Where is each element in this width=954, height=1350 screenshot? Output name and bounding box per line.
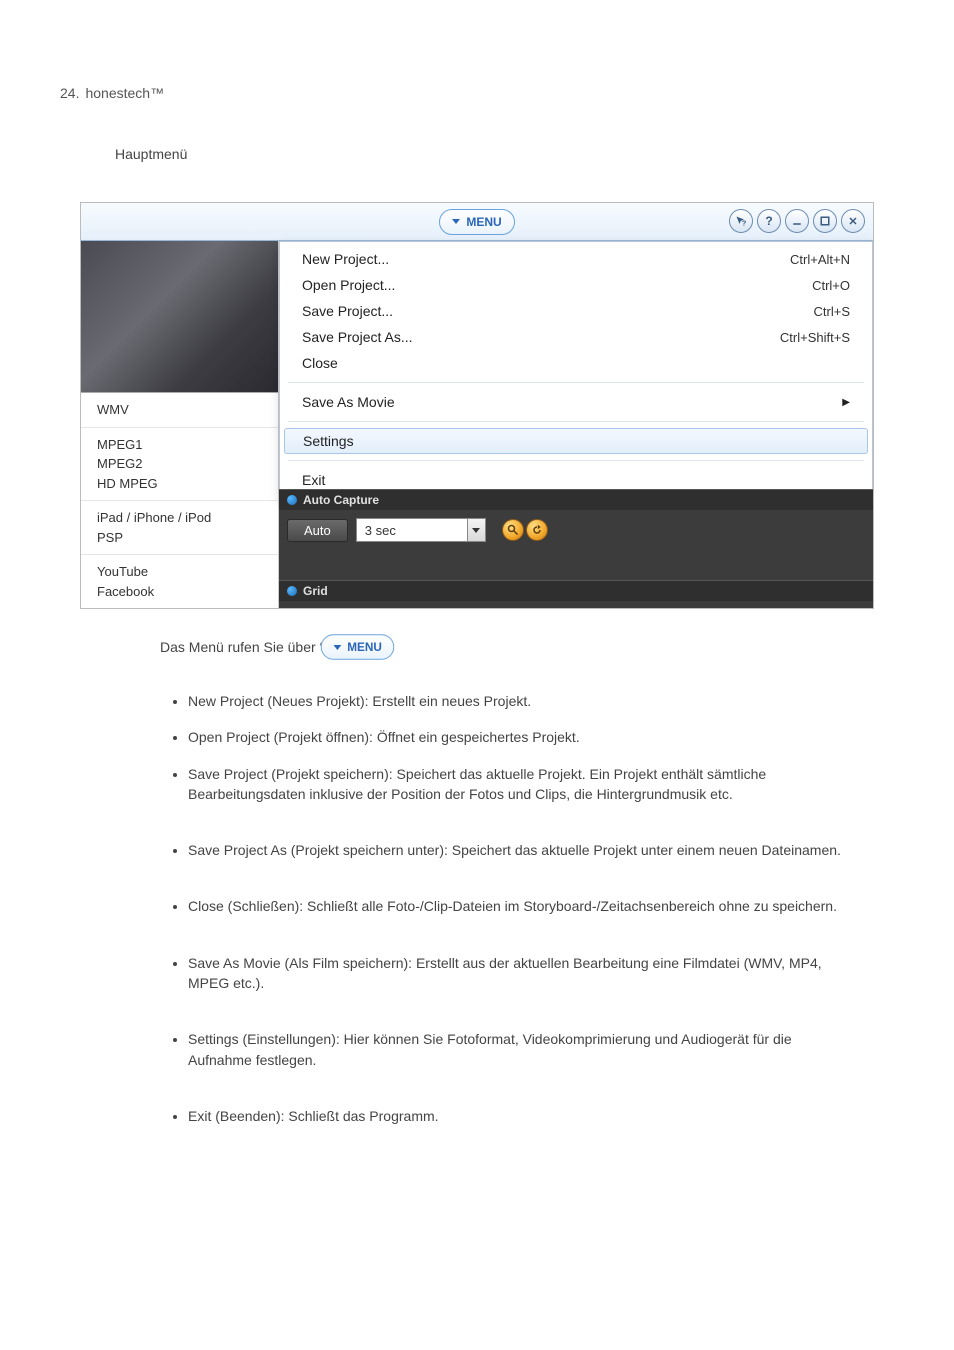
menu-item-save-as-movie[interactable]: Save As Movie ▶ [280, 389, 872, 415]
main-area: New Project... Ctrl+Alt+N Open Project..… [279, 241, 873, 608]
inline-explanation: Das Menü rufen Sie über ‘ ’ auf. MENU [160, 639, 854, 655]
menu-item-save-project[interactable]: Save Project... Ctrl+S [280, 298, 872, 324]
bullet-item: Close (Schließen): Schließt alle Foto-/C… [188, 890, 854, 946]
sidebar-item-wmv[interactable]: WMV [97, 400, 262, 420]
sidebar-group-3: iPad / iPhone / iPod PSP [81, 501, 278, 555]
chevron-down-icon [452, 219, 460, 224]
chevron-down-icon [472, 528, 480, 533]
bullet-item: New Project (Neues Projekt): Erstellt ei… [188, 685, 854, 721]
sidebar-item-youtube[interactable]: YouTube [97, 562, 262, 582]
bullet-item: Exit (Beenden): Schließt das Programm. [188, 1100, 854, 1136]
submenu-arrow-icon: ▶ [842, 397, 850, 408]
zoom-button[interactable] [502, 519, 524, 541]
magnifier-icon [507, 524, 519, 536]
combo-dropdown-button[interactable] [467, 519, 485, 541]
menu-dropdown: New Project... Ctrl+Alt+N Open Project..… [279, 241, 873, 498]
auto-button[interactable]: Auto [287, 519, 348, 542]
menu-item-new-project[interactable]: New Project... Ctrl+Alt+N [280, 246, 872, 272]
preview-thumbnail [81, 241, 278, 393]
menu-item-close[interactable]: Close [280, 350, 872, 376]
sidebar-group-1: WMV [81, 393, 278, 428]
sidebar-item-mpeg1[interactable]: MPEG1 [97, 435, 262, 455]
maximize-button[interactable] [813, 209, 837, 233]
menu-button-label: MENU [466, 215, 501, 229]
sidebar-item-hdmpeg[interactable]: HD MPEG [97, 474, 262, 494]
sidebar-group-4: YouTube Facebook [81, 555, 278, 608]
section-heading: Hauptmenü [115, 146, 894, 162]
help-icon: ? [765, 214, 772, 228]
brand: honestech™ [85, 85, 164, 101]
menu-button-inline: MENU [321, 634, 395, 659]
menu-item-save-project-as[interactable]: Save Project As... Ctrl+Shift+S [280, 324, 872, 350]
menu-button[interactable]: MENU [439, 209, 514, 235]
panel-dot-icon [287, 586, 297, 596]
bullet-item: Save Project As (Projekt speichern unter… [188, 834, 854, 890]
menu-item-settings[interactable]: Settings [284, 428, 868, 454]
sidebar-item-psp[interactable]: PSP [97, 528, 262, 548]
pointer-help-icon: ? [735, 215, 747, 227]
bullet-item: Save As Movie (Als Film speichern): Erst… [188, 947, 854, 1024]
bullet-list: New Project (Neues Projekt): Erstellt ei… [160, 685, 854, 1136]
titlebar: MENU ? ? [81, 203, 873, 241]
page-header: 24. honestech™ [60, 0, 894, 101]
sidebar-item-ios[interactable]: iPad / iPhone / iPod [97, 508, 262, 528]
panel-dot-icon [287, 495, 297, 505]
bullet-item: Settings (Einstellungen): Hier können Si… [188, 1023, 854, 1100]
close-icon [847, 215, 859, 227]
minimize-icon [791, 215, 803, 227]
chevron-down-icon [333, 645, 341, 650]
sidebar-item-facebook[interactable]: Facebook [97, 582, 262, 602]
interval-combo[interactable] [356, 518, 486, 542]
sidebar-group-2: MPEG1 MPEG2 HD MPEG [81, 428, 278, 502]
menu-separator [288, 382, 864, 383]
refresh-button[interactable] [526, 519, 548, 541]
help-button[interactable]: ? [757, 209, 781, 233]
refresh-icon [531, 524, 543, 536]
auto-capture-panel-title: Auto Capture [279, 489, 873, 510]
grid-panel-title: Grid [279, 580, 873, 601]
minimize-button[interactable] [785, 209, 809, 233]
page-number: 24. [60, 85, 79, 101]
context-help-button[interactable]: ? [729, 209, 753, 233]
interval-input[interactable] [357, 519, 467, 541]
menu-item-open-project[interactable]: Open Project... Ctrl+O [280, 272, 872, 298]
close-button[interactable] [841, 209, 865, 233]
bullet-item: Save Project (Projekt speichern): Speich… [188, 758, 854, 835]
svg-text:?: ? [742, 219, 747, 228]
sidebar: WMV MPEG1 MPEG2 HD MPEG iPad / iPhone / … [81, 241, 279, 608]
bullet-item: Open Project (Projekt öffnen): Öffnet ei… [188, 721, 854, 757]
menu-separator [288, 421, 864, 422]
app-screenshot: MENU ? ? W [80, 202, 874, 609]
sidebar-item-mpeg2[interactable]: MPEG2 [97, 454, 262, 474]
maximize-icon [819, 215, 831, 227]
menu-separator [288, 460, 864, 461]
